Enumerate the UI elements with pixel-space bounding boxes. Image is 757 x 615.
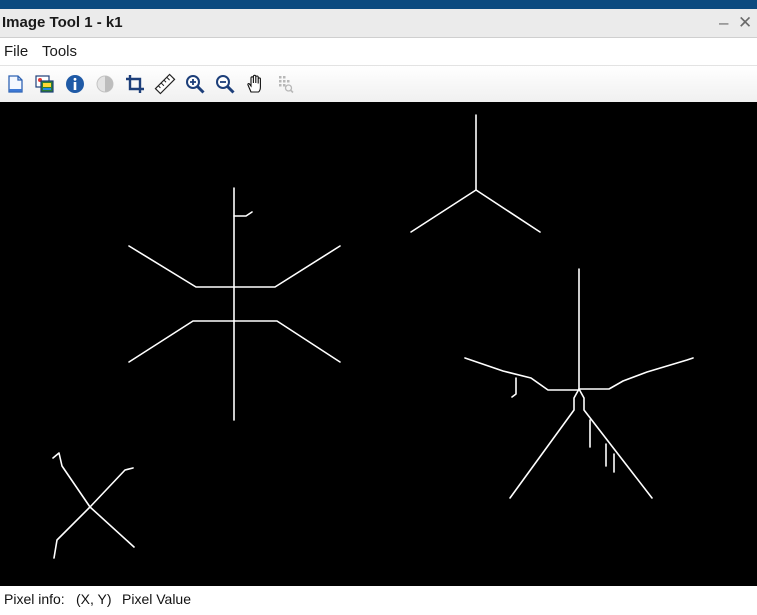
zoom-in-icon[interactable] — [184, 73, 206, 95]
menu-tools[interactable]: Tools — [42, 43, 77, 60]
image-info-icon[interactable] — [64, 73, 86, 95]
crop-icon[interactable] — [124, 73, 146, 95]
menu-bar: File Tools — [0, 38, 757, 66]
pixel-info-label: Pixel info: — [4, 591, 65, 607]
pixel-region-icon[interactable] — [274, 73, 296, 95]
measure-distance-icon[interactable] — [154, 73, 176, 95]
close-button[interactable]: ✕ — [738, 13, 752, 33]
toolbar — [0, 66, 757, 102]
contrast-icon[interactable] — [94, 73, 116, 95]
menu-file[interactable]: File — [4, 43, 28, 60]
print-to-figure-icon[interactable] — [34, 73, 56, 95]
zoom-out-icon[interactable] — [214, 73, 236, 95]
window-title: Image Tool 1 - k1 — [2, 14, 123, 31]
os-top-accent-bar — [0, 0, 757, 9]
skeleton-image — [0, 102, 757, 586]
minimize-button[interactable]: – — [719, 13, 728, 33]
image-canvas[interactable] — [0, 102, 757, 586]
new-document-icon[interactable] — [4, 73, 26, 95]
pan-hand-icon[interactable] — [244, 73, 266, 95]
pixel-value: Pixel Value — [122, 591, 192, 607]
window-titlebar[interactable]: Image Tool 1 - k1 – ✕ — [0, 9, 757, 38]
pixel-coordinates: (X, Y) — [76, 591, 112, 607]
status-bar: Pixel info: (X, Y) Pixel Value — [0, 586, 757, 615]
